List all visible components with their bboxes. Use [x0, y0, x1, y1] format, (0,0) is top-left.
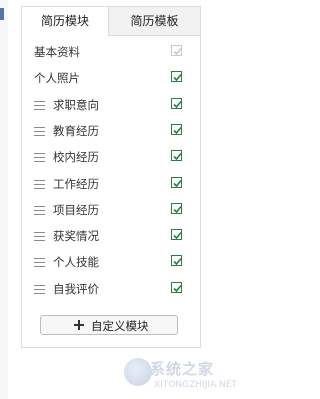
custom-module-label: 自定义模块 — [91, 319, 149, 333]
drag-handle-icon[interactable] — [34, 206, 45, 215]
module-label: 自我评价 — [53, 282, 99, 296]
module-label: 求职意向 — [53, 98, 99, 112]
drag-handle-icon[interactable] — [34, 258, 45, 267]
module-row: 工作经历 — [22, 172, 200, 198]
module-label: 工作经历 — [53, 177, 99, 191]
module-checkbox[interactable] — [171, 255, 182, 266]
edge-indicator — [0, 8, 4, 20]
checkmark-icon — [173, 231, 182, 240]
checkmark-icon — [173, 152, 182, 161]
module-label: 校内经历 — [53, 150, 99, 164]
module-row: 自我评价 — [22, 277, 200, 303]
module-row: 获奖情况 — [22, 224, 200, 250]
watermark: 系统之家 XITONGZHIJIA.NET — [120, 354, 240, 394]
module-row: 个人照片 — [22, 66, 200, 92]
watermark-logo-icon — [124, 358, 152, 386]
module-row: 校内经历 — [22, 145, 200, 171]
module-checkbox[interactable] — [171, 98, 182, 109]
drag-handle-icon[interactable] — [34, 232, 45, 241]
checkmark-icon — [173, 73, 182, 82]
drag-handle-icon[interactable] — [34, 180, 45, 189]
module-checkbox — [171, 45, 182, 56]
drag-handle-icon[interactable] — [34, 127, 45, 136]
module-checkbox[interactable] — [171, 282, 182, 293]
watermark-url: XITONGZHIJIA.NET — [154, 380, 237, 390]
module-checkbox[interactable] — [171, 203, 182, 214]
checkmark-icon — [173, 284, 182, 293]
module-row: 个人技能 — [22, 250, 200, 276]
module-label: 教育经历 — [53, 124, 99, 138]
drag-handle-icon[interactable] — [34, 153, 45, 162]
module-row: 教育经历 — [22, 119, 200, 145]
tab-bar: 简历模块 简历模板 — [22, 7, 200, 36]
checkmark-icon — [173, 126, 182, 135]
module-label: 个人照片 — [34, 71, 80, 85]
left-edge-strip — [0, 0, 8, 399]
module-checkbox[interactable] — [171, 229, 182, 240]
module-checkbox[interactable] — [171, 177, 182, 188]
checkmark-icon — [173, 205, 182, 214]
checkmark-icon — [173, 47, 182, 56]
module-checkbox[interactable] — [171, 124, 182, 135]
module-row: 项目经历 — [22, 198, 200, 224]
module-label: 基本资料 — [34, 45, 80, 59]
checkmark-icon — [173, 100, 182, 109]
resume-module-panel: 简历模块 简历模板 基本资料个人照片求职意向教育经历校内经历工作经历项目经历获奖… — [21, 6, 201, 348]
checkmark-icon — [173, 179, 182, 188]
tab-resume-templates[interactable]: 简历模板 — [108, 7, 200, 36]
module-label: 项目经历 — [53, 203, 99, 217]
custom-module-button[interactable]: 自定义模块 — [40, 315, 178, 335]
module-checkbox[interactable] — [171, 71, 182, 82]
watermark-text: 系统之家 — [150, 360, 215, 378]
checkmark-icon — [173, 257, 182, 266]
module-label: 获奖情况 — [53, 229, 99, 243]
module-checkbox[interactable] — [171, 150, 182, 161]
tab-resume-modules[interactable]: 简历模块 — [22, 7, 108, 36]
module-row: 求职意向 — [22, 93, 200, 119]
plus-icon — [73, 319, 85, 331]
module-row: 基本资料 — [22, 40, 200, 66]
module-label: 个人技能 — [53, 255, 99, 269]
drag-handle-icon[interactable] — [34, 101, 45, 110]
drag-handle-icon[interactable] — [34, 285, 45, 294]
